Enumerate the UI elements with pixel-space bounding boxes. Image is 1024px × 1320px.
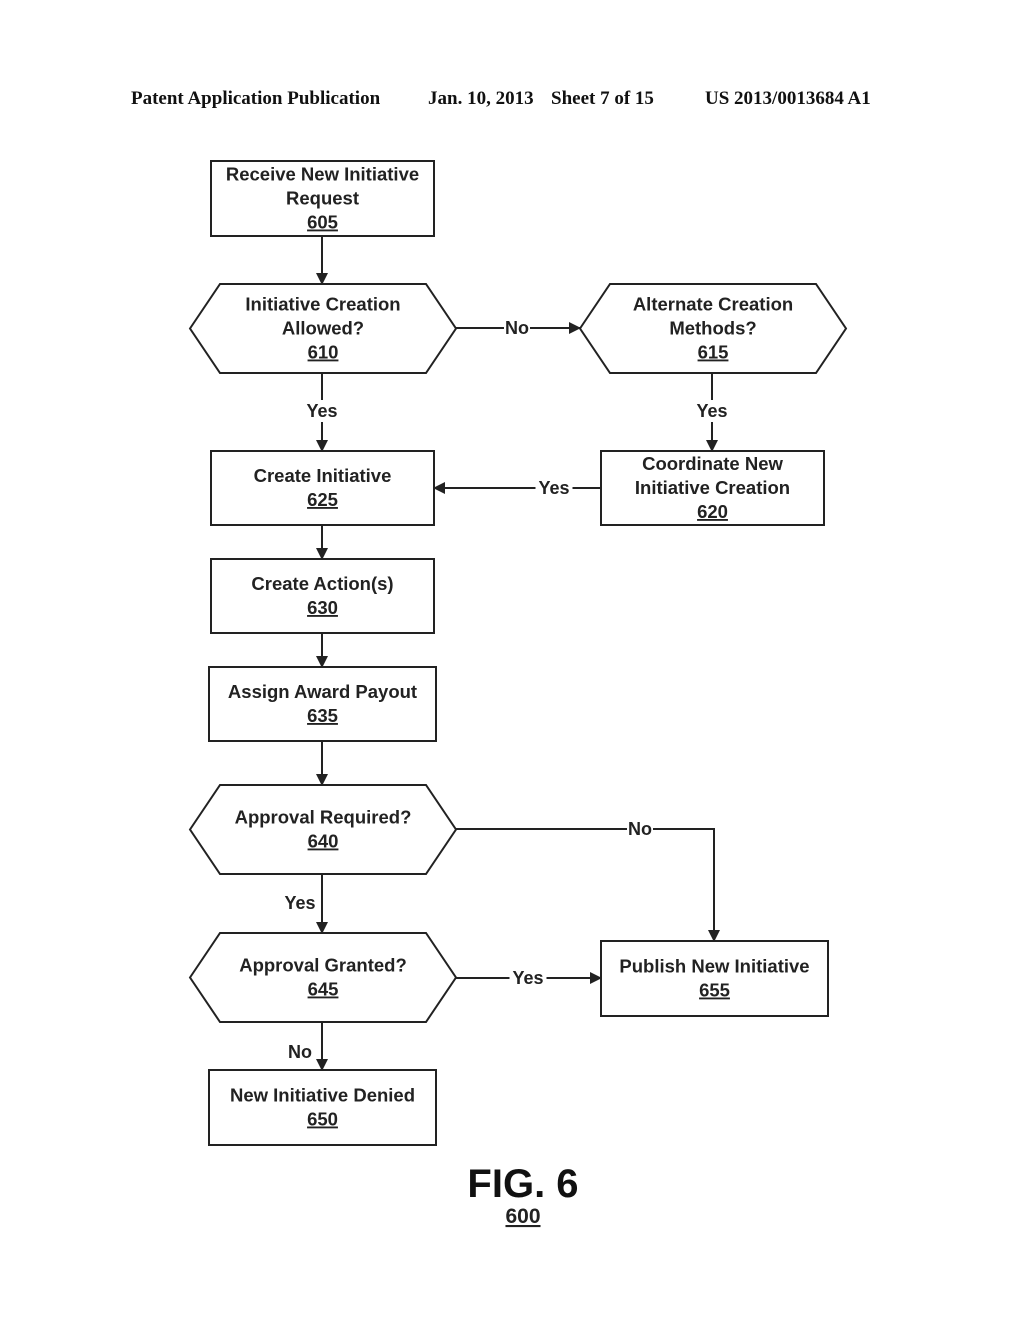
decision-hexagon <box>188 784 458 875</box>
process-box <box>210 450 435 526</box>
edge-label: Yes <box>538 478 569 498</box>
process-box <box>210 558 435 634</box>
node-label: Initiative Creation <box>635 477 790 498</box>
process-node-625: Create Initiative 625 <box>210 450 435 526</box>
node-reference-number: 645 <box>308 979 339 1000</box>
edge-610-615: No <box>456 317 581 339</box>
edge-645-655: Yes <box>456 967 602 989</box>
node-reference-number: 615 <box>698 342 729 363</box>
node-label: Approval Required? <box>235 807 412 828</box>
node-reference-number: 610 <box>308 342 339 363</box>
node-label: Alternate Creation <box>633 294 793 315</box>
edge-610-625: Yes <box>303 373 341 452</box>
edge-620-625: Yes <box>433 477 601 499</box>
edge-label: No <box>288 1042 312 1062</box>
edge-label: Yes <box>284 893 315 913</box>
decision-node-640: Approval Required? 640 <box>188 784 458 875</box>
node-label: New Initiative Denied <box>230 1085 415 1106</box>
edge-615-620: Yes <box>693 373 731 452</box>
node-reference-number: 650 <box>307 1109 338 1130</box>
flowchart: No Yes Yes Yes No Yes Yes No Receive New Initia… <box>188 160 848 1228</box>
process-box <box>208 1069 437 1146</box>
process-node-650: New Initiative Denied 650 <box>208 1069 437 1146</box>
connector-arrow <box>456 828 720 942</box>
node-label: Request <box>286 188 359 209</box>
node-label: Initiative Creation <box>245 294 400 315</box>
node-reference-number: 625 <box>307 489 338 510</box>
process-node-620: Coordinate New Initiative Creation 620 <box>600 450 825 526</box>
node-label: Create Initiative <box>254 465 392 486</box>
node-label: Approval Granted? <box>239 955 407 976</box>
node-reference-number: 605 <box>307 212 338 233</box>
node-reference-number: 655 <box>699 980 730 1001</box>
process-node-655: Publish New Initiative 655 <box>600 940 829 1017</box>
edge-640-655: No <box>456 818 720 942</box>
edge-645-650: No <box>288 1022 328 1071</box>
decision-node-615: Alternate Creation Methods? 615 <box>578 283 848 374</box>
process-box <box>208 666 437 742</box>
process-node-630: Create Action(s) 630 <box>210 558 435 634</box>
node-label: Methods? <box>669 318 756 339</box>
node-label: Receive New Initiative <box>226 164 419 185</box>
decision-hexagon <box>188 932 458 1023</box>
node-reference-number: 630 <box>307 597 338 618</box>
edge-label: No <box>628 819 652 839</box>
decision-node-645: Approval Granted? 645 <box>188 932 458 1023</box>
node-label: Create Action(s) <box>251 573 393 594</box>
edge-label: No <box>505 318 529 338</box>
node-reference-number: 620 <box>697 501 728 522</box>
edge-label: Yes <box>696 401 727 421</box>
edge-label: Yes <box>306 401 337 421</box>
process-node-635: Assign Award Payout 635 <box>208 666 437 742</box>
node-reference-number: 640 <box>308 831 339 852</box>
node-label: Publish New Initiative <box>619 956 809 977</box>
figure-title: FIG. 6 <box>467 1162 578 1206</box>
process-node-605: Receive New Initiative Request 605 <box>210 160 435 237</box>
edge-label: Yes <box>512 968 543 988</box>
process-box <box>600 940 829 1017</box>
edge-640-645: Yes <box>284 874 328 934</box>
node-label: Coordinate New <box>642 453 783 474</box>
decision-node-610: Initiative Creation Allowed? 610 <box>188 283 458 374</box>
node-reference-number: 635 <box>307 705 338 726</box>
node-label: Allowed? <box>282 318 364 339</box>
figure-number: 600 <box>505 1205 540 1228</box>
node-label: Assign Award Payout <box>228 681 417 702</box>
